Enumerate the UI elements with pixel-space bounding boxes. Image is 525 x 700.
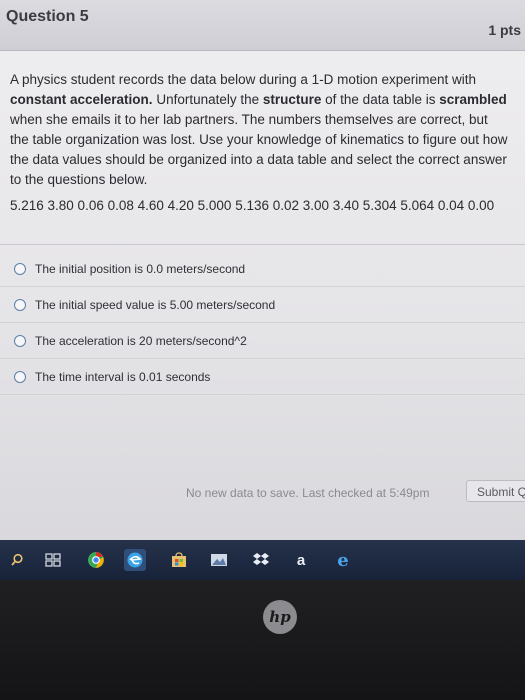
answer-label: The acceleration is 20 meters/second^2: [35, 334, 247, 348]
question-header: Question 5 1 pts: [0, 0, 525, 51]
answer-label: The time interval is 0.01 seconds: [35, 370, 211, 384]
question-text-bold: constant acceleration.: [10, 92, 153, 107]
divider: [0, 244, 525, 245]
amazon-icon[interactable]: a: [290, 549, 312, 571]
laptop-bezel: [0, 580, 525, 700]
answer-label: The initial position is 0.0 meters/secon…: [35, 262, 246, 276]
question-text-part: Unfortunately the: [152, 92, 263, 107]
answer-option-2[interactable]: The initial speed value is 5.00 meters/s…: [0, 288, 525, 323]
question-text-bold: scrambled: [439, 92, 507, 107]
answer-label: The initial speed value is 5.00 meters/s…: [35, 298, 276, 312]
question-text-part: of the data table is: [321, 92, 440, 107]
radio-button[interactable]: [14, 335, 26, 347]
scrambled-data-values: 5.216 3.80 0.06 0.08 4.60 4.20 5.000 5.1…: [10, 198, 495, 213]
hp-logo: hp: [263, 600, 297, 634]
question-points: 1 pts: [488, 22, 521, 38]
dropbox-icon[interactable]: [250, 549, 272, 571]
question-text-part: A physics student records the data below…: [10, 72, 476, 87]
question-title: Question 5: [6, 8, 89, 25]
task-view-icon[interactable]: [42, 549, 64, 571]
radio-button[interactable]: [14, 371, 26, 383]
ie-icon[interactable]: e: [332, 549, 354, 571]
answer-option-3[interactable]: The acceleration is 20 meters/second^2: [0, 324, 525, 359]
save-status: No new data to save. Last checked at 5:4…: [186, 486, 430, 500]
question-text: A physics student records the data below…: [10, 70, 508, 190]
chrome-icon[interactable]: [85, 549, 107, 571]
windows-taskbar: a e: [0, 540, 525, 580]
answer-option-4[interactable]: The time interval is 0.01 seconds: [0, 360, 525, 395]
question-text-bold: structure: [262, 92, 322, 107]
radio-button[interactable]: [14, 263, 26, 275]
submit-quiz-button[interactable]: Submit Q: [466, 480, 525, 502]
photos-icon[interactable]: [208, 549, 230, 571]
quiz-footer: No new data to save. Last checked at 5:4…: [0, 478, 525, 508]
search-icon[interactable]: [6, 549, 28, 571]
question-text-part: when she emails it to her lab partners. …: [10, 112, 508, 187]
edge-icon[interactable]: [124, 549, 146, 571]
answer-option-1[interactable]: The initial position is 0.0 meters/secon…: [0, 252, 525, 287]
radio-button[interactable]: [14, 299, 26, 311]
store-icon[interactable]: [168, 549, 190, 571]
browser-viewport: Question 5 1 pts A physics student recor…: [0, 0, 525, 540]
